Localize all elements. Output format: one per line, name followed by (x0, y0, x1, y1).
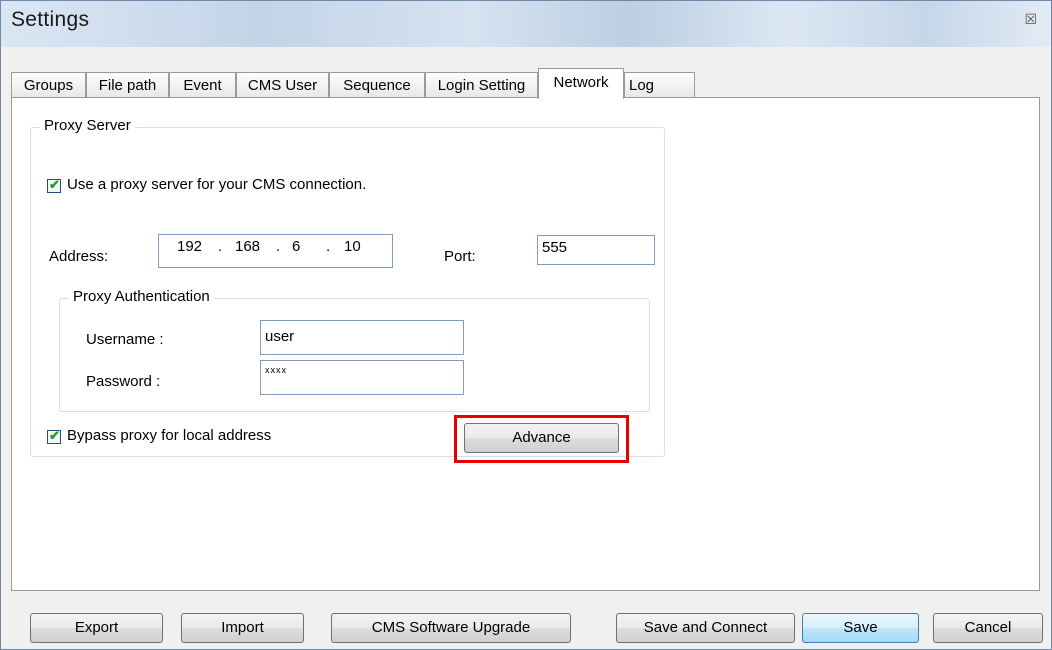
bypass-proxy-label: Bypass proxy for local address (67, 427, 272, 444)
use-proxy-checkbox[interactable]: ✔ (47, 177, 61, 193)
export-button[interactable]: Export (30, 613, 163, 643)
tab-login-setting[interactable]: Login Setting (425, 72, 538, 99)
ip-octet-4: 10 (344, 238, 361, 255)
tab-network[interactable]: Network (538, 68, 624, 99)
ip-octet-2: 168 (235, 238, 261, 255)
username-input[interactable]: user (260, 320, 464, 355)
use-proxy-label: Use a proxy server for your CMS connecti… (67, 176, 367, 193)
cms-software-upgrade-button[interactable]: CMS Software Upgrade (331, 613, 571, 643)
cancel-button[interactable]: Cancel (933, 613, 1043, 643)
password-input[interactable]: xxxx (260, 360, 464, 395)
close-icon[interactable]: ☒ (1024, 11, 1037, 28)
ip-dot: . (276, 238, 281, 255)
address-ip-input[interactable]: 192 . 168 . 6 . 10 (158, 234, 393, 268)
checkmark-icon: ✔ (49, 428, 60, 443)
advance-button[interactable]: Advance (464, 423, 619, 453)
save-button[interactable]: Save (802, 613, 919, 643)
password-label: Password : (86, 373, 161, 390)
ip-octet-3: 6 (292, 238, 301, 255)
ip-dot: . (218, 238, 223, 255)
import-button[interactable]: Import (181, 613, 304, 643)
address-label: Address: (49, 248, 109, 265)
bypass-proxy-checkbox[interactable]: ✔ (47, 428, 61, 444)
tab-file-path[interactable]: File path (86, 72, 169, 99)
tab-event[interactable]: Event (169, 72, 236, 99)
tab-sequence[interactable]: Sequence (329, 72, 425, 99)
network-tab-panel: Proxy Server ✔ Use a proxy server for yo… (11, 97, 1040, 591)
window-title: Settings (11, 8, 90, 31)
tab-cms-user[interactable]: CMS User (236, 72, 329, 99)
proxy-server-legend: Proxy Server (40, 117, 135, 134)
username-label: Username : (86, 331, 164, 348)
tab-log[interactable]: Log (624, 72, 695, 99)
proxy-authentication-legend: Proxy Authentication (69, 288, 214, 305)
ip-dot: . (326, 238, 331, 255)
port-input[interactable]: 555 (537, 235, 655, 265)
title-bar[interactable]: Settings ☒ (1, 1, 1051, 47)
checkmark-icon: ✔ (49, 177, 60, 192)
port-label: Port: (444, 248, 476, 265)
settings-window: Settings ☒ Groups File path Event CMS Us… (0, 0, 1052, 650)
proxy-server-group: Proxy Server ✔ Use a proxy server for yo… (30, 117, 665, 463)
ip-octet-1: 192 (177, 238, 203, 255)
tab-groups[interactable]: Groups (11, 72, 86, 99)
save-and-connect-button[interactable]: Save and Connect (616, 613, 795, 643)
proxy-authentication-group: Proxy Authentication Username : user Pas… (59, 288, 650, 412)
